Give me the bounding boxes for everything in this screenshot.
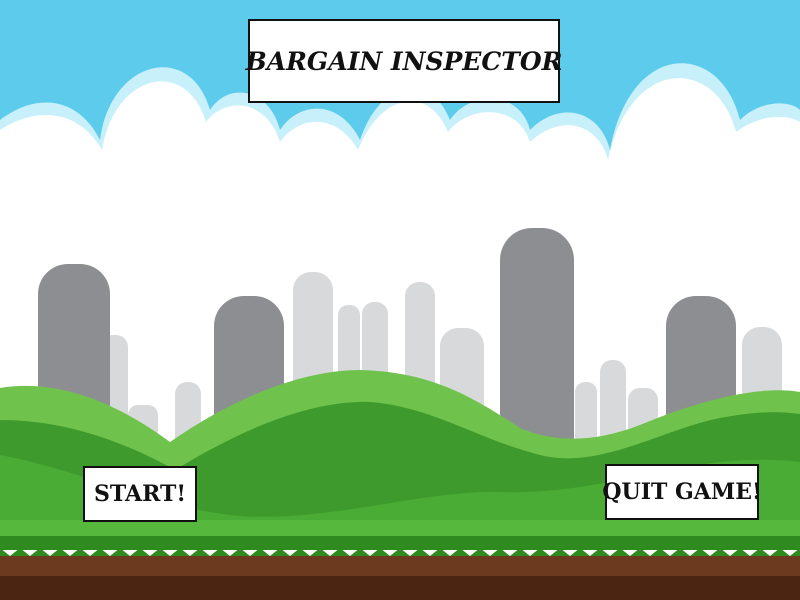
quit-game-button-label: QUIT GAME!: [602, 479, 762, 505]
game-screen: BARGAIN INSPECTOR START! QUIT GAME!: [0, 0, 800, 600]
game-title: BARGAIN INSPECTOR: [245, 46, 563, 76]
title-panel: BARGAIN INSPECTOR: [245, 19, 563, 103]
start-button-label: START!: [93, 481, 187, 507]
ground: [0, 520, 800, 600]
quit-game-button[interactable]: QUIT GAME!: [602, 464, 762, 520]
start-button[interactable]: START!: [83, 466, 197, 522]
